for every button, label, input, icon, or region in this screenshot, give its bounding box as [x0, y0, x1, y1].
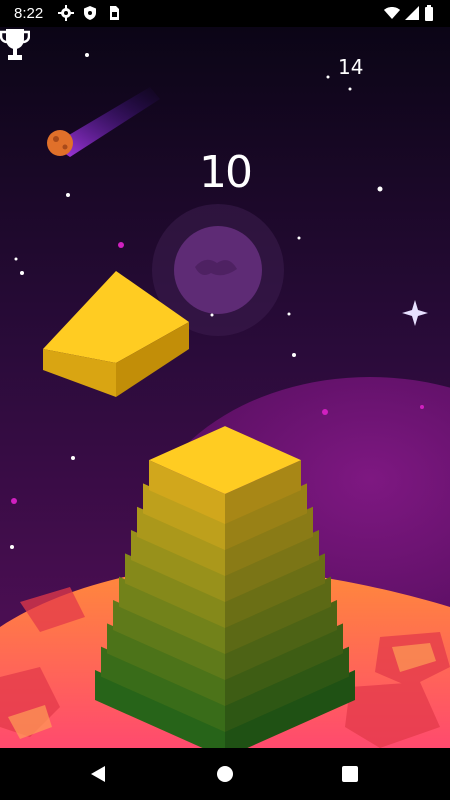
- recents-icon[interactable]: [340, 764, 360, 784]
- game-scene: [0, 27, 450, 748]
- sim-card-icon: [110, 6, 119, 20]
- best-score: 14: [338, 55, 364, 79]
- status-bar: 8:22: [0, 0, 450, 27]
- signal-icon: [405, 6, 419, 20]
- wifi-icon: [384, 7, 400, 19]
- home-icon[interactable]: [215, 764, 235, 784]
- navigation-bar: [0, 748, 450, 800]
- shield-icon: [84, 6, 96, 20]
- status-time: 8:22: [14, 5, 44, 22]
- trophy-icon: [0, 29, 30, 60]
- battery-icon: [425, 5, 433, 21]
- gear-icon: [58, 5, 74, 21]
- current-score: 10: [199, 147, 253, 198]
- game-canvas[interactable]: 10 14: [0, 27, 450, 748]
- back-icon[interactable]: [89, 764, 109, 784]
